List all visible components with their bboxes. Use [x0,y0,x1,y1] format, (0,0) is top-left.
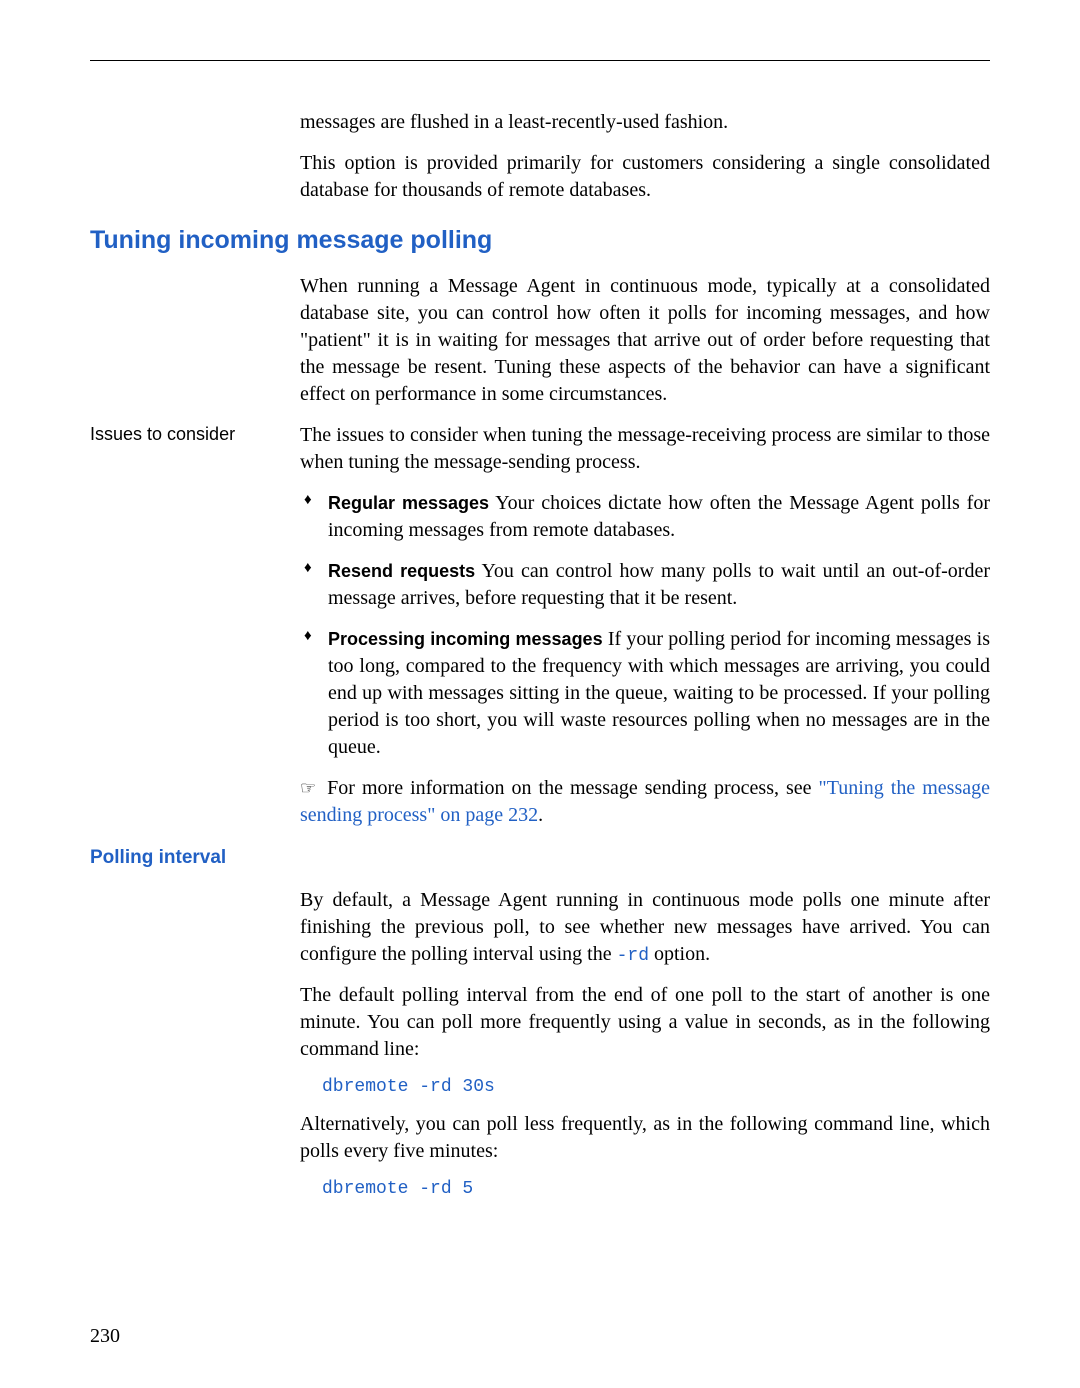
page-number: 230 [90,1325,120,1348]
section1-para-1: When running a Message Agent in continuo… [300,273,990,408]
polling-para-3: Alternatively, you can poll less frequen… [300,1111,990,1165]
polling-para-1: By default, a Message Agent running in c… [300,887,990,968]
bullet-list: Regular messages Your choices dictate ho… [300,490,990,761]
bullet-label: Regular messages [328,493,489,513]
bullet-regular-messages: Regular messages Your choices dictate ho… [300,490,990,544]
polling-para-2: The default polling interval from the en… [300,982,990,1063]
inline-code-rd: -rd [617,946,649,966]
section1-para-2: The issues to consider when tuning the m… [300,422,990,476]
xref-prefix: For more information on the message send… [327,777,818,799]
sidebar-issues: Issues to consider [90,422,290,446]
bullet-resend-requests: Resend requests You can control how many… [300,558,990,612]
xref-para: ☞ For more information on the message se… [300,775,990,829]
intro-para-1: messages are flushed in a least-recently… [300,109,990,136]
bullet-processing-incoming: Processing incoming messages If your pol… [300,626,990,761]
subheading-polling-interval: Polling interval [90,847,990,869]
bullet-label: Processing incoming messages [328,629,603,649]
bullet-label: Resend requests [328,561,475,581]
polling-p1-b: option. [649,943,710,965]
horizontal-rule [90,60,990,61]
pointer-icon: ☞ [300,778,316,798]
section-heading-tuning: Tuning incoming message polling [90,226,990,255]
code-block-2: dbremote -rd 5 [322,1179,990,1199]
code-block-1: dbremote -rd 30s [322,1077,990,1097]
intro-para-2: This option is provided primarily for cu… [300,150,990,204]
xref-suffix: . [538,804,543,826]
